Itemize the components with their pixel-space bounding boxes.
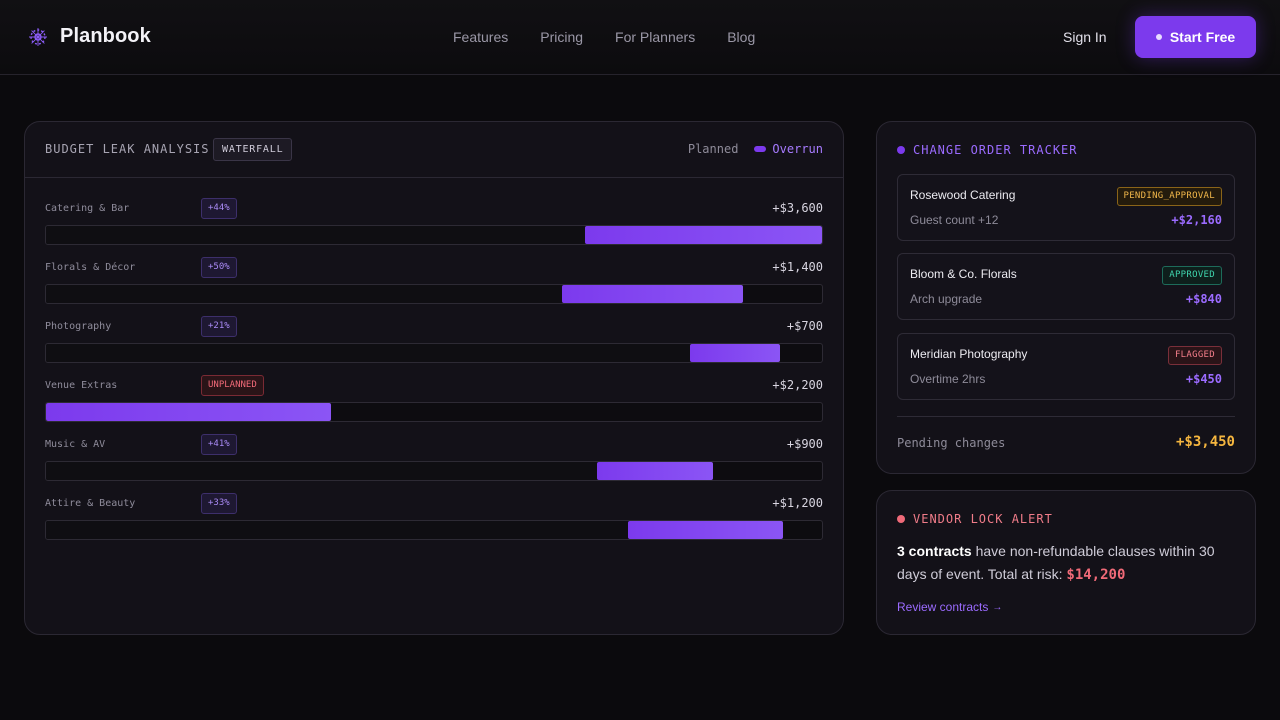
planned-bar bbox=[46, 521, 628, 539]
row-label: Music & AV bbox=[45, 439, 106, 450]
co-amount: +$450 bbox=[1185, 372, 1222, 386]
budget-row[interactable]: Music & AV +41% +$900 bbox=[45, 434, 823, 493]
planned-bar bbox=[46, 344, 691, 362]
co-description: Arch upgrade bbox=[910, 292, 983, 306]
row-label: Florals & Décor bbox=[45, 262, 136, 273]
status-badge: FLAGGED bbox=[1167, 346, 1222, 365]
legend-overrun-label: Overrun bbox=[772, 142, 823, 156]
tracker-title: CHANGE ORDER TRACKER bbox=[913, 143, 1078, 157]
nav-links: Features Pricing For Planners Blog bbox=[453, 29, 755, 45]
co-vendor: Bloom & Co. Florals bbox=[910, 267, 1017, 281]
co-description: Guest count +12 bbox=[910, 213, 999, 227]
budget-bar-track bbox=[45, 520, 823, 540]
budget-bar-track bbox=[45, 225, 823, 245]
alert-dot-icon bbox=[897, 515, 905, 523]
planned-bar bbox=[46, 285, 563, 303]
row-badge: +50% bbox=[201, 257, 237, 278]
planned-bar bbox=[46, 462, 597, 480]
chart-legend: Planned Overrun bbox=[688, 142, 823, 156]
row-amount: +$2,200 bbox=[772, 378, 823, 392]
row-badge: UNPLANNED bbox=[201, 375, 264, 396]
budget-rows: Catering & Bar +44% +$3,600 Florals & Dé… bbox=[45, 198, 823, 552]
alert-title: VENDOR LOCK ALERT bbox=[913, 512, 1053, 526]
vendor-lock-alert-panel: VENDOR LOCK ALERT 3 contracts have non-r… bbox=[876, 490, 1256, 635]
arrow-right-icon: → bbox=[992, 601, 1003, 613]
change-order-card[interactable]: Rosewood Catering Guest count +12 PENDIN… bbox=[897, 174, 1235, 241]
budget-row[interactable]: Venue Extras UNPLANNED +$2,200 bbox=[45, 375, 823, 434]
alert-risk-amount: $14,200 bbox=[1066, 567, 1126, 583]
logo-icon bbox=[29, 27, 47, 46]
change-order-panel: CHANGE ORDER TRACKER Rosewood Catering G… bbox=[876, 121, 1256, 474]
row-amount: +$3,600 bbox=[772, 201, 823, 215]
divider bbox=[897, 416, 1235, 417]
budget-row[interactable]: Florals & Décor +50% +$1,400 bbox=[45, 257, 823, 316]
dot-icon bbox=[1155, 34, 1162, 40]
row-amount: +$700 bbox=[786, 319, 823, 333]
row-badge: +41% bbox=[201, 434, 237, 455]
row-amount: +$900 bbox=[786, 437, 823, 451]
status-dot-icon bbox=[897, 146, 905, 154]
row-label: Photography bbox=[45, 321, 112, 332]
alert-message: 3 contracts have non-refundable clauses … bbox=[897, 540, 1237, 587]
change-order-card[interactable]: Bloom & Co. Florals Arch upgrade APPROVE… bbox=[897, 253, 1235, 320]
legend-overrun: Overrun bbox=[754, 142, 823, 156]
co-vendor: Rosewood Catering bbox=[910, 188, 1016, 202]
start-free-label: Start Free bbox=[1169, 29, 1236, 45]
row-label: Catering & Bar bbox=[45, 203, 130, 214]
co-amount: +$2,160 bbox=[1171, 213, 1222, 227]
pending-changes-total: +$3,450 bbox=[1175, 434, 1235, 450]
overrun-bar bbox=[585, 226, 822, 244]
budget-row[interactable]: Photography +21% +$700 bbox=[45, 316, 823, 375]
co-amount: +$840 bbox=[1185, 292, 1222, 306]
sign-in-link[interactable]: Sign In bbox=[1063, 29, 1107, 45]
overrun-swatch-icon bbox=[754, 146, 767, 152]
change-order-card[interactable]: Meridian Photography Overtime 2hrs FLAGG… bbox=[897, 333, 1235, 400]
planned-bar bbox=[46, 226, 586, 244]
row-badge: +33% bbox=[201, 493, 237, 514]
pending-changes-label: Pending changes bbox=[897, 436, 1006, 450]
nav-link-blog[interactable]: Blog bbox=[727, 29, 755, 45]
nav-link-features[interactable]: Features bbox=[453, 29, 508, 45]
row-label: Venue Extras bbox=[45, 380, 118, 391]
waterfall-badge[interactable]: WATERFALL bbox=[213, 138, 293, 161]
alert-header: VENDOR LOCK ALERT bbox=[897, 512, 1053, 526]
overrun-bar bbox=[46, 403, 331, 421]
review-contracts-label: Review contracts bbox=[897, 600, 989, 614]
review-contracts-link[interactable]: Review contracts → bbox=[897, 600, 1002, 614]
budget-leak-panel: BUDGET LEAK ANALYSIS WATERFALL Planned O… bbox=[24, 121, 844, 635]
budget-header: BUDGET LEAK ANALYSIS WATERFALL Planned O… bbox=[25, 122, 843, 178]
row-badge: +44% bbox=[201, 198, 237, 219]
budget-bar-track bbox=[45, 402, 823, 422]
brand[interactable]: Planbook bbox=[28, 25, 151, 48]
budget-title: BUDGET LEAK ANALYSIS bbox=[45, 142, 210, 156]
co-description: Overtime 2hrs bbox=[910, 372, 986, 386]
nav-link-for-planners[interactable]: For Planners bbox=[615, 29, 695, 45]
budget-bar-track bbox=[45, 343, 823, 363]
budget-bar-track bbox=[45, 284, 823, 304]
nav-link-pricing[interactable]: Pricing bbox=[540, 29, 583, 45]
brand-name: Planbook bbox=[60, 25, 151, 47]
budget-row[interactable]: Catering & Bar +44% +$3,600 bbox=[45, 198, 823, 257]
top-nav: Planbook Features Pricing For Planners B… bbox=[0, 0, 1280, 75]
budget-bar-track bbox=[45, 461, 823, 481]
row-amount: +$1,400 bbox=[772, 260, 823, 274]
overrun-bar bbox=[628, 521, 784, 539]
start-free-button[interactable]: Start Free bbox=[1135, 16, 1256, 58]
alert-contract-count: 3 contracts bbox=[897, 543, 972, 559]
status-badge: APPROVED bbox=[1162, 266, 1222, 285]
overrun-bar bbox=[596, 462, 714, 480]
budget-row[interactable]: Attire & Beauty +33% +$1,200 bbox=[45, 493, 823, 552]
tracker-header: CHANGE ORDER TRACKER bbox=[897, 143, 1078, 157]
co-vendor: Meridian Photography bbox=[910, 347, 1028, 361]
overrun-bar bbox=[562, 285, 743, 303]
overrun-bar bbox=[690, 344, 781, 362]
row-badge: +21% bbox=[201, 316, 237, 337]
status-badge: PENDING_APPROVAL bbox=[1116, 187, 1222, 206]
row-amount: +$1,200 bbox=[772, 496, 823, 510]
row-label: Attire & Beauty bbox=[45, 498, 136, 509]
legend-planned: Planned bbox=[687, 142, 739, 156]
